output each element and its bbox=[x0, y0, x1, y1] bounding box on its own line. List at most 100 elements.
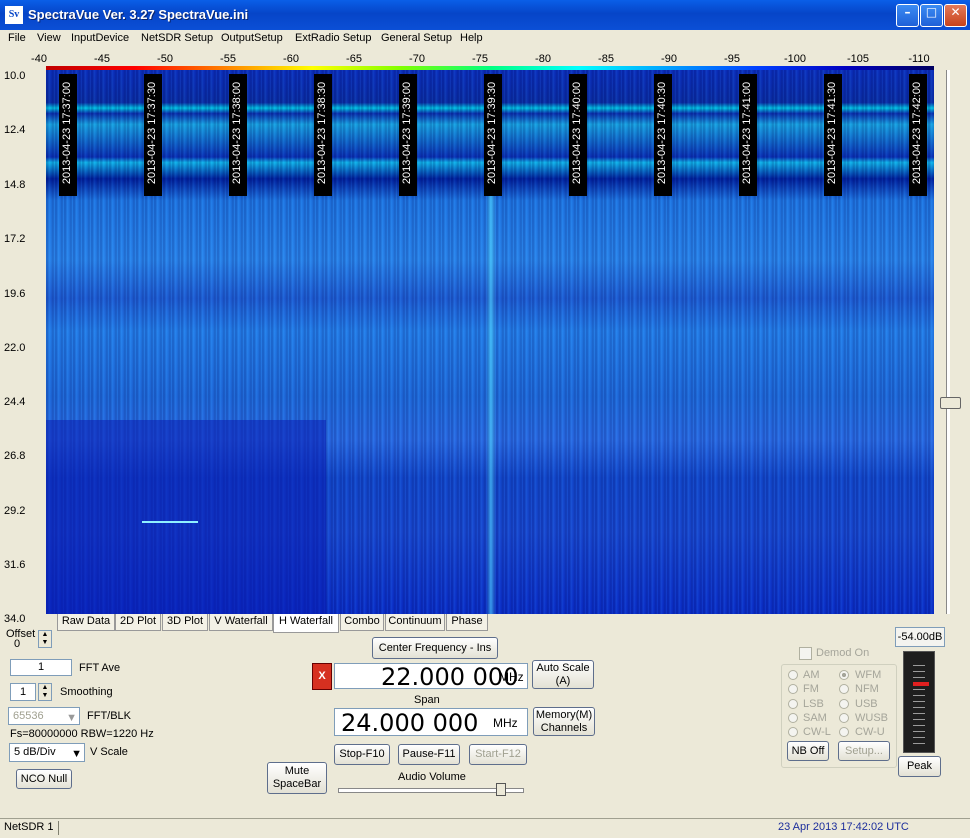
window-title: SpectraVue Ver. 3.27 SpectraVue.ini bbox=[28, 7, 249, 22]
tab-h-waterfall[interactable]: H Waterfall bbox=[273, 614, 339, 633]
menu-file[interactable]: File bbox=[8, 32, 26, 44]
memory-channels-button[interactable]: Memory(M) Channels bbox=[533, 707, 595, 736]
vscale-select[interactable]: 5 dB/Div ▼ bbox=[9, 743, 85, 762]
tab-v-waterfall[interactable]: V Waterfall bbox=[209, 614, 273, 631]
setup-button[interactable]: Setup... bbox=[838, 741, 890, 761]
freq-tick: -95 bbox=[724, 53, 740, 65]
auto-scale-button[interactable]: Auto Scale (A) bbox=[532, 660, 594, 689]
status-datetime: 23 Apr 2013 17:42:02 UTC bbox=[778, 821, 909, 833]
center-frequency-value: 22.000 000 bbox=[381, 663, 519, 691]
freq-tick: -80 bbox=[535, 53, 551, 65]
peak-button[interactable]: Peak bbox=[898, 756, 941, 777]
timestamp-label: 2013-04-23 17:39:30 bbox=[484, 74, 502, 196]
waterfall-dark-region bbox=[46, 420, 326, 614]
fft-blk-label: FFT/BLK bbox=[87, 710, 132, 722]
smoothing-label: Smoothing bbox=[60, 686, 113, 698]
demod-on-checkbox[interactable] bbox=[799, 647, 812, 660]
time-tick: 34.0 bbox=[4, 613, 26, 625]
fft-ave-field[interactable]: 1 bbox=[10, 659, 72, 676]
tab-continuum[interactable]: Continuum bbox=[385, 614, 445, 631]
span-field[interactable]: 24.000 000 MHz bbox=[334, 708, 528, 737]
span-label: Span bbox=[414, 694, 440, 706]
timestamp-label: 2013-04-23 17:38:00 bbox=[229, 74, 247, 196]
fs-rbw-text: Fs=80000000 RBW=1220 Hz bbox=[10, 728, 154, 740]
menu-inputdevice[interactable]: InputDevice bbox=[71, 32, 129, 44]
time-tick: 29.2 bbox=[4, 505, 26, 517]
radio-fm[interactable] bbox=[788, 684, 798, 694]
tab-raw-data[interactable]: Raw Data bbox=[57, 614, 115, 631]
radio-nfm-label: NFM bbox=[855, 683, 879, 695]
mute-button[interactable]: Mute SpaceBar bbox=[267, 762, 327, 794]
timestamp-label: 2013-04-23 17:37:00 bbox=[59, 74, 77, 196]
fft-ave-label: FFT Ave bbox=[79, 662, 121, 674]
signal-level-meter bbox=[903, 651, 935, 753]
tab-phase[interactable]: Phase bbox=[446, 614, 488, 631]
start-button[interactable]: Start-F12 bbox=[469, 744, 527, 765]
time-tick: 12.4 bbox=[4, 124, 26, 136]
radio-fm-label: FM bbox=[803, 683, 819, 695]
smoothing-field[interactable]: 1 bbox=[10, 683, 36, 701]
tab-3d-plot[interactable]: 3D Plot bbox=[162, 614, 208, 631]
fft-blk-select[interactable]: 65536 ▼ bbox=[8, 707, 80, 725]
pause-button[interactable]: Pause-F11 bbox=[398, 744, 460, 765]
time-tick: 31.6 bbox=[4, 559, 26, 571]
waterfall-display[interactable]: 2013-04-23 17:37:00 2013-04-23 17:37:30 … bbox=[46, 70, 934, 614]
radio-cw-l[interactable] bbox=[788, 727, 798, 737]
close-icon[interactable]: X bbox=[312, 663, 332, 690]
menu-view[interactable]: View bbox=[37, 32, 61, 44]
radio-lsb[interactable] bbox=[788, 699, 798, 709]
status-device: NetSDR 1 bbox=[4, 821, 54, 833]
frequency-axis: -40 -45 -50 -55 -60 -65 -70 -75 -80 -85 … bbox=[0, 50, 970, 66]
nb-off-button[interactable]: NB Off bbox=[787, 741, 829, 761]
offset-value[interactable]: 0 bbox=[10, 638, 34, 652]
timestamp-label: 2013-04-23 17:41:30 bbox=[824, 74, 842, 196]
radio-sam-label: SAM bbox=[803, 712, 827, 724]
vertical-slider-track[interactable] bbox=[946, 70, 950, 614]
freq-tick: -90 bbox=[661, 53, 677, 65]
meter-level-marker bbox=[913, 682, 929, 686]
center-frequency-field[interactable]: 22.000 000 MHz bbox=[334, 663, 528, 691]
close-icon[interactable]: ✕ bbox=[944, 4, 967, 27]
timestamp-label: 2013-04-23 17:38:30 bbox=[314, 74, 332, 196]
time-tick: 22.0 bbox=[4, 342, 26, 354]
menu-bar: File View InputDevice NetSDR Setup Outpu… bbox=[0, 30, 970, 48]
timestamp-label: 2013-04-23 17:40:30 bbox=[654, 74, 672, 196]
radio-wfm[interactable] bbox=[839, 670, 849, 680]
menu-extradio-setup[interactable]: ExtRadio Setup bbox=[295, 32, 371, 44]
freq-tick: -40 bbox=[31, 53, 47, 65]
waterfall-signal-trace bbox=[486, 190, 496, 614]
radio-nfm[interactable] bbox=[839, 684, 849, 694]
status-divider bbox=[58, 821, 59, 835]
radio-sam[interactable] bbox=[788, 713, 798, 723]
timestamp-label: 2013-04-23 17:37:30 bbox=[144, 74, 162, 196]
audio-volume-label: Audio Volume bbox=[398, 771, 466, 783]
offset-spinner[interactable]: ▲ ▼ bbox=[38, 630, 52, 648]
time-tick: 17.2 bbox=[4, 233, 26, 245]
freq-tick: -100 bbox=[783, 53, 807, 65]
radio-usb-label: USB bbox=[855, 698, 878, 710]
menu-help[interactable]: Help bbox=[460, 32, 483, 44]
smoothing-spinner[interactable]: ▲ ▼ bbox=[38, 683, 52, 701]
radio-usb[interactable] bbox=[839, 699, 849, 709]
freq-tick: -65 bbox=[346, 53, 362, 65]
audio-volume-thumb[interactable] bbox=[496, 783, 506, 796]
menu-outputsetup[interactable]: OutputSetup bbox=[221, 32, 283, 44]
title-bar[interactable]: Sv SpectraVue Ver. 3.27 SpectraVue.ini –… bbox=[0, 0, 970, 30]
center-frequency-button[interactable]: Center Frequency - Ins bbox=[372, 637, 498, 659]
radio-wusb-label: WUSB bbox=[855, 712, 888, 724]
menu-netsdr-setup[interactable]: NetSDR Setup bbox=[141, 32, 213, 44]
radio-am[interactable] bbox=[788, 670, 798, 680]
timestamp-label: 2013-04-23 17:42:00 bbox=[909, 74, 927, 196]
freq-tick: -75 bbox=[472, 53, 488, 65]
maximize-icon[interactable]: □ bbox=[920, 4, 943, 27]
menu-general-setup[interactable]: General Setup bbox=[381, 32, 452, 44]
radio-cw-u[interactable] bbox=[839, 727, 849, 737]
radio-wusb[interactable] bbox=[839, 713, 849, 723]
tab-combo[interactable]: Combo bbox=[340, 614, 384, 631]
nco-null-button[interactable]: NCO Null bbox=[16, 769, 72, 789]
stop-button[interactable]: Stop-F10 bbox=[334, 744, 390, 765]
minimize-icon[interactable]: – bbox=[896, 4, 919, 27]
vertical-slider-thumb[interactable] bbox=[940, 397, 961, 409]
time-tick: 24.4 bbox=[4, 396, 26, 408]
tab-2d-plot[interactable]: 2D Plot bbox=[115, 614, 161, 631]
